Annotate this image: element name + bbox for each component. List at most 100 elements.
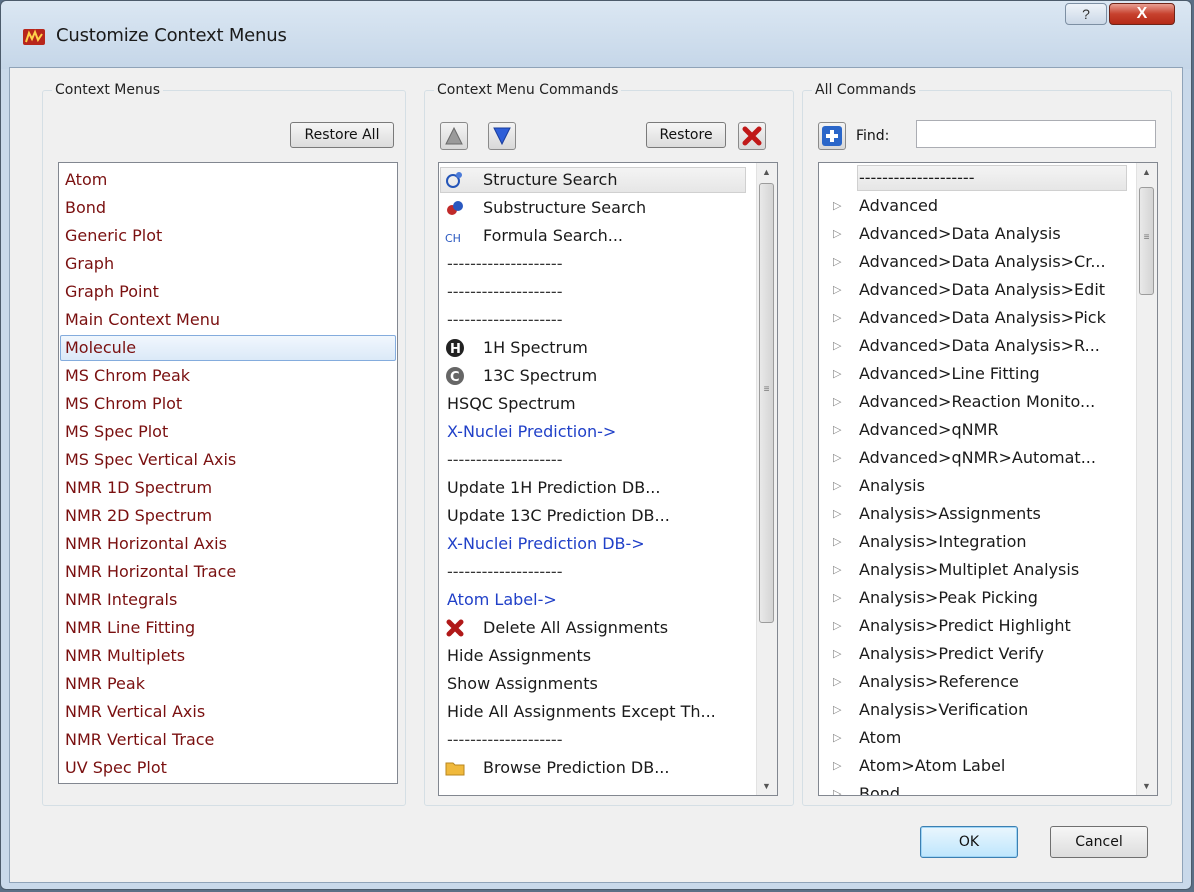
expand-arrow-icon[interactable]: ▷ xyxy=(833,563,841,576)
expand-arrow-icon[interactable]: ▷ xyxy=(833,787,841,795)
context-menu-item[interactable]: Generic Plot xyxy=(65,223,162,249)
command-item[interactable]: Structure Search xyxy=(483,167,617,193)
scroll-down-arrow[interactable]: ▼ xyxy=(757,777,776,795)
command-category[interactable]: Advanced>qNMR>Automat... xyxy=(859,445,1096,471)
context-menus-list[interactable]: Atom Bond Generic Plot Graph Graph Point Main… xyxy=(58,162,398,784)
command-category[interactable]: Atom>Atom Label xyxy=(859,753,1005,779)
scroll-thumb[interactable]: ≡ xyxy=(1139,187,1154,295)
context-menu-item[interactable]: Graph xyxy=(65,251,114,277)
command-category[interactable]: Advanced>Data Analysis xyxy=(859,221,1061,247)
command-item[interactable]: Update 13C Prediction DB... xyxy=(447,503,670,529)
command-item[interactable]: Browse Prediction DB... xyxy=(483,755,669,781)
context-menu-item[interactable]: Atom xyxy=(65,167,107,193)
command-category[interactable]: Advanced xyxy=(859,193,938,219)
context-menu-item[interactable]: NMR Vertical Trace xyxy=(65,727,214,753)
command-category[interactable]: Analysis>Peak Picking xyxy=(859,585,1038,611)
command-item[interactable]: HSQC Spectrum xyxy=(447,391,576,417)
context-menu-commands-list[interactable]: Structure Search Substructure Search CH For… xyxy=(438,162,778,796)
expand-arrow-icon[interactable]: ▷ xyxy=(833,507,841,520)
expand-arrow-icon[interactable]: ▷ xyxy=(833,703,841,716)
command-item[interactable]: Substructure Search xyxy=(483,195,646,221)
context-menu-item[interactable]: Main Context Menu xyxy=(65,307,220,333)
command-item[interactable]: Show Assignments xyxy=(447,671,598,697)
move-up-button[interactable] xyxy=(440,122,468,150)
add-command-button[interactable] xyxy=(818,122,846,150)
expand-arrow-icon[interactable]: ▷ xyxy=(833,227,841,240)
move-down-button[interactable] xyxy=(488,122,516,150)
command-category[interactable]: Analysis>Predict Highlight xyxy=(859,613,1071,639)
scroll-up-arrow[interactable]: ▲ xyxy=(1137,163,1156,181)
close-button[interactable]: X xyxy=(1109,3,1175,25)
vertical-scrollbar[interactable]: ▲ ≡ ▼ xyxy=(1136,163,1157,795)
context-menu-item[interactable]: NMR Horizontal Trace xyxy=(65,559,236,585)
command-item[interactable]: X-Nuclei Prediction-> xyxy=(447,419,616,445)
context-menu-item[interactable]: NMR Multiplets xyxy=(65,643,185,669)
expand-arrow-icon[interactable]: ▷ xyxy=(833,759,841,772)
expand-arrow-icon[interactable]: ▷ xyxy=(833,619,841,632)
expand-arrow-icon[interactable]: ▷ xyxy=(833,479,841,492)
expand-arrow-icon[interactable]: ▷ xyxy=(833,339,841,352)
command-item[interactable]: Formula Search... xyxy=(483,223,623,249)
command-item[interactable]: Update 1H Prediction DB... xyxy=(447,475,660,501)
command-category[interactable]: Advanced>Data Analysis>R... xyxy=(859,333,1100,359)
context-menu-item[interactable]: NMR 2D Spectrum xyxy=(65,503,212,529)
restore-button[interactable]: Restore xyxy=(646,122,726,148)
context-menu-item[interactable]: UV Spec Plot xyxy=(65,755,167,781)
command-category[interactable]: Analysis>Multiplet Analysis xyxy=(859,557,1079,583)
scroll-up-arrow[interactable]: ▲ xyxy=(757,163,776,181)
command-category[interactable]: Analysis>Verification xyxy=(859,697,1028,723)
context-menu-item[interactable]: Molecule xyxy=(65,335,136,361)
command-category[interactable]: Advanced>Data Analysis>Cr... xyxy=(859,249,1106,275)
expand-arrow-icon[interactable]: ▷ xyxy=(833,367,841,380)
title-bar[interactable]: Customize Context Menus ? X xyxy=(1,1,1191,69)
command-category[interactable]: Advanced>qNMR xyxy=(859,417,998,443)
command-item[interactable]: Atom Label-> xyxy=(447,587,557,613)
command-category[interactable]: Atom xyxy=(859,725,901,751)
all-commands-list[interactable]: -------------------- ▷ Advanced ▷ Advanced>D… xyxy=(818,162,1158,796)
expand-arrow-icon[interactable]: ▷ xyxy=(833,731,841,744)
context-menu-item[interactable]: NMR Peak xyxy=(65,671,145,697)
command-category[interactable]: Analysis>Reference xyxy=(859,669,1019,695)
command-item[interactable]: X-Nuclei Prediction DB-> xyxy=(447,531,645,557)
command-item[interactable]: Delete All Assignments xyxy=(483,615,668,641)
context-menu-item[interactable]: NMR 1D Spectrum xyxy=(65,475,212,501)
scroll-thumb[interactable]: ≡ xyxy=(759,183,774,623)
expand-arrow-icon[interactable]: ▷ xyxy=(833,647,841,660)
context-menu-item[interactable]: NMR Horizontal Axis xyxy=(65,531,227,557)
ok-button[interactable]: OK xyxy=(920,826,1018,858)
command-item[interactable]: Hide Assignments xyxy=(447,643,591,669)
expand-arrow-icon[interactable]: ▷ xyxy=(833,535,841,548)
command-category[interactable]: Advanced>Line Fitting xyxy=(859,361,1040,387)
expand-arrow-icon[interactable]: ▷ xyxy=(833,395,841,408)
expand-arrow-icon[interactable]: ▷ xyxy=(833,675,841,688)
delete-command-button[interactable] xyxy=(738,122,766,150)
command-item[interactable]: 13C Spectrum xyxy=(483,363,597,389)
context-menu-item[interactable]: NMR Integrals xyxy=(65,587,177,613)
cancel-button[interactable]: Cancel xyxy=(1050,826,1148,858)
help-button[interactable]: ? xyxy=(1065,3,1107,25)
expand-arrow-icon[interactable]: ▷ xyxy=(833,591,841,604)
expand-arrow-icon[interactable]: ▷ xyxy=(833,199,841,212)
context-menu-item[interactable]: MS Spec Vertical Axis xyxy=(65,447,236,473)
command-category[interactable]: Analysis xyxy=(859,473,925,499)
context-menu-item[interactable]: NMR Line Fitting xyxy=(65,615,195,641)
command-category[interactable]: Analysis>Predict Verify xyxy=(859,641,1044,667)
scroll-down-arrow[interactable]: ▼ xyxy=(1137,777,1156,795)
context-menu-item[interactable]: Bond xyxy=(65,195,106,221)
command-category[interactable]: Advanced>Data Analysis>Edit xyxy=(859,277,1105,303)
expand-arrow-icon[interactable]: ▷ xyxy=(833,311,841,324)
expand-arrow-icon[interactable]: ▷ xyxy=(833,255,841,268)
expand-arrow-icon[interactable]: ▷ xyxy=(833,283,841,296)
restore-all-button[interactable]: Restore All xyxy=(290,122,394,148)
expand-arrow-icon[interactable]: ▷ xyxy=(833,451,841,464)
expand-arrow-icon[interactable]: ▷ xyxy=(833,423,841,436)
command-category[interactable]: Analysis>Integration xyxy=(859,529,1027,555)
context-menu-item[interactable]: Graph Point xyxy=(65,279,159,305)
find-input[interactable] xyxy=(916,120,1156,148)
command-item[interactable]: Hide All Assignments Except Th... xyxy=(447,699,716,725)
vertical-scrollbar[interactable]: ▲ ≡ ▼ xyxy=(756,163,777,795)
context-menu-item[interactable]: MS Chrom Plot xyxy=(65,391,182,417)
command-item[interactable]: 1H Spectrum xyxy=(483,335,588,361)
command-category[interactable]: Advanced>Reaction Monito... xyxy=(859,389,1095,415)
context-menu-item[interactable]: MS Spec Plot xyxy=(65,419,168,445)
